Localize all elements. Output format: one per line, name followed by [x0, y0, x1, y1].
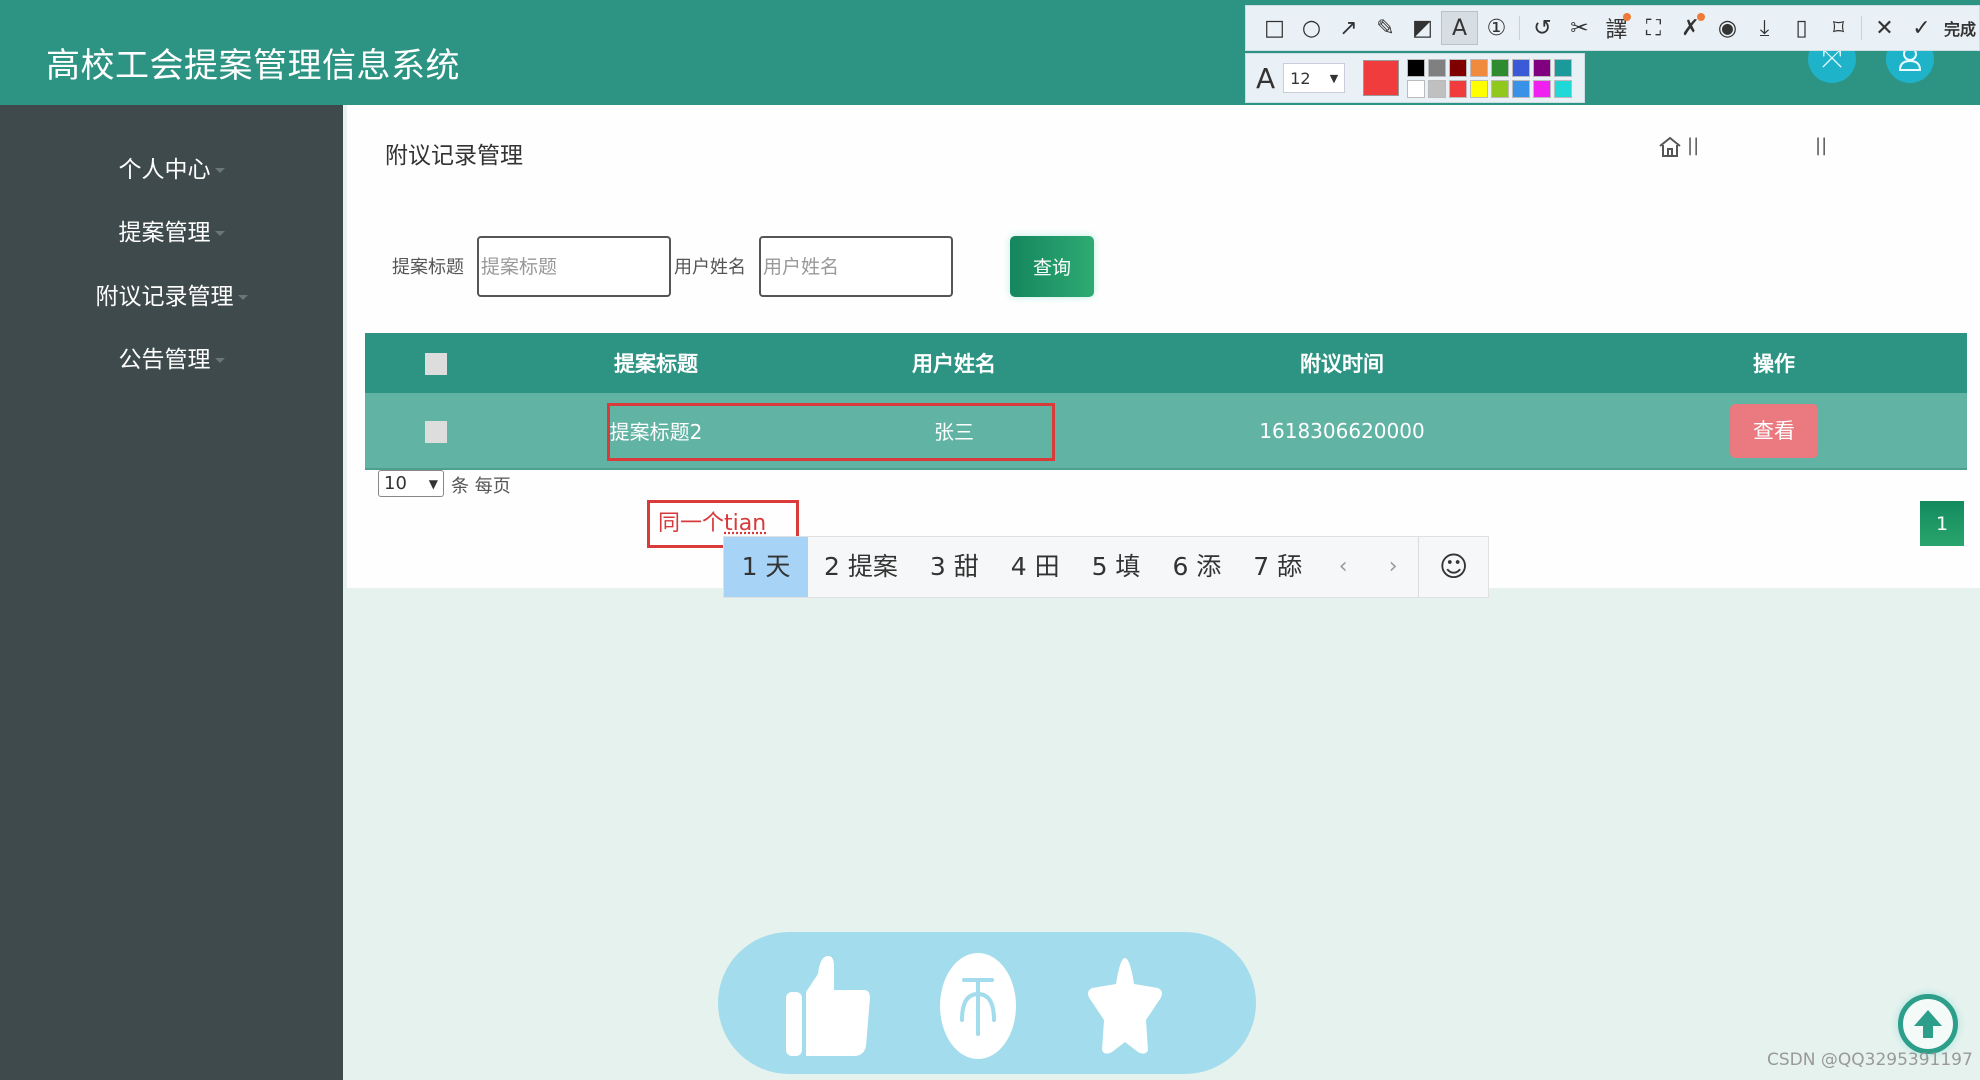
ellipse-tool-icon[interactable]: ○ — [1293, 11, 1330, 45]
check-icon[interactable]: ✓ — [1903, 11, 1940, 45]
sidebar: 个人中心 提案管理 附议记录管理 公告管理 — [0, 105, 343, 1080]
ime-candidate[interactable]: 5 填 — [1076, 537, 1157, 597]
ime-next-page-button[interactable]: › — [1368, 537, 1418, 597]
coin-icon[interactable] — [939, 952, 1017, 1060]
cell-proposal-title: 提案标题2 — [609, 420, 703, 444]
record-icon[interactable]: ◉ — [1709, 11, 1746, 45]
arrow-up-icon — [1914, 1010, 1942, 1038]
ime-candidate[interactable]: 1 天 — [724, 537, 808, 597]
header-second-time: 附议时间 — [1300, 352, 1384, 376]
ime-prev-page-button[interactable]: ‹ — [1318, 537, 1368, 597]
text-style-toolbar: A 12 ▼ — [1245, 53, 1585, 103]
main-panel: 附议记录管理 || || 提案标题 用户姓名 查询 提案标题 用户姓名 附议时间… — [347, 105, 1980, 588]
breadcrumb-separator: || — [1687, 135, 1700, 156]
color-swatch[interactable] — [1428, 79, 1447, 98]
caret-down-icon — [214, 231, 225, 236]
pin-icon[interactable]: ✗ — [1672, 11, 1709, 45]
select-all-checkbox[interactable] — [425, 353, 447, 375]
sidebar-item-announcements[interactable]: 公告管理 — [0, 340, 343, 374]
title-filter-label: 提案标题 — [392, 257, 464, 278]
divider — [1861, 16, 1862, 40]
page-button-1[interactable]: 1 — [1920, 501, 1964, 546]
color-swatch[interactable] — [1491, 58, 1510, 77]
sidebar-item-personal-center[interactable]: 个人中心 — [0, 150, 343, 184]
color-swatch[interactable] — [1554, 79, 1573, 98]
ime-candidate[interactable]: 7 舔 — [1237, 537, 1318, 597]
chevron-down-icon: ▼ — [428, 476, 438, 491]
color-swatch[interactable] — [1491, 79, 1510, 98]
ime-candidate[interactable]: 4 田 — [995, 537, 1076, 597]
user-filter-label: 用户姓名 — [674, 257, 746, 278]
color-swatch[interactable] — [1449, 79, 1468, 98]
table-header: 提案标题 用户姓名 附议时间 操作 — [365, 333, 1967, 393]
long-screenshot-icon[interactable]: ▯ — [1783, 11, 1820, 45]
thumbs-up-icon[interactable] — [784, 954, 870, 1058]
pencil-tool-icon[interactable]: ✎ — [1367, 11, 1404, 45]
floating-action-bar — [718, 932, 1256, 1074]
download-icon[interactable]: ⤓ — [1746, 11, 1783, 45]
cell-user-name: 张三 — [934, 420, 974, 444]
close-icon[interactable]: ✕ — [1866, 11, 1903, 45]
app-title: 高校工会提案管理信息系统 — [46, 46, 460, 86]
rectangle-tool-icon[interactable]: □ — [1256, 11, 1293, 45]
color-swatch[interactable] — [1512, 79, 1531, 98]
color-swatch[interactable] — [1533, 58, 1552, 77]
color-swatch[interactable] — [1533, 79, 1552, 98]
emoji-icon[interactable]: ☺ — [1418, 537, 1488, 597]
text-tool-icon[interactable]: A — [1441, 11, 1478, 45]
breadcrumb-separator: || — [1815, 135, 1828, 156]
ime-candidate[interactable]: 6 添 — [1156, 537, 1237, 597]
back-to-top-button[interactable] — [1898, 994, 1958, 1054]
ocr-icon[interactable]: ⛶ — [1635, 11, 1672, 45]
color-swatch[interactable] — [1407, 79, 1426, 98]
caret-down-icon — [214, 168, 225, 173]
watermark: CSDN @QQ3295391197 — [1767, 1050, 1973, 1070]
page-title: 附议记录管理 — [385, 143, 523, 169]
color-swatch[interactable] — [1449, 58, 1468, 77]
bookmark-icon[interactable]: ⌑ — [1820, 11, 1857, 45]
sidebar-item-proposal-management[interactable]: 提案管理 — [0, 213, 343, 247]
header-proposal-title: 提案标题 — [614, 352, 698, 376]
arrow-tool-icon[interactable]: ↗ — [1330, 11, 1367, 45]
ime-candidate[interactable]: 3 甜 — [914, 537, 995, 597]
color-swatch[interactable] — [1428, 58, 1447, 77]
color-swatch[interactable] — [1512, 58, 1531, 77]
color-palette — [1407, 58, 1573, 98]
query-button[interactable]: 查询 — [1010, 236, 1094, 297]
translate-icon[interactable]: 譯 — [1598, 11, 1635, 45]
ime-candidate-bar: 1 天 2 提案 3 甜 4 田 5 填 6 添 7 舔 ‹ › ☺ — [723, 536, 1490, 598]
header-actions: 操作 — [1753, 352, 1795, 376]
caret-down-icon — [214, 358, 225, 363]
font-size-select[interactable]: 12 ▼ — [1283, 63, 1346, 93]
undo-icon[interactable]: ↺ — [1524, 11, 1561, 45]
view-button[interactable]: 查看 — [1730, 403, 1818, 458]
cell-second-time: 1618306620000 — [1259, 418, 1425, 443]
done-button[interactable]: 完成 — [1944, 16, 1976, 40]
page-size-select[interactable]: 10 ▼ — [378, 470, 444, 497]
caret-down-icon — [237, 295, 248, 300]
color-swatch[interactable] — [1470, 79, 1489, 98]
current-color-swatch[interactable] — [1363, 60, 1400, 96]
records-table: 提案标题 用户姓名 附议时间 操作 提案标题2 张三 1618306620000… — [365, 333, 1967, 470]
star-icon[interactable] — [1086, 954, 1164, 1058]
sidebar-item-seconding-records[interactable]: 附议记录管理 — [0, 277, 343, 311]
caret-down-icon: ▼ — [1329, 71, 1339, 85]
row-checkbox[interactable] — [425, 420, 447, 443]
mosaic-tool-icon[interactable]: ◩ — [1404, 11, 1441, 45]
scissors-icon[interactable]: ✂ — [1561, 11, 1598, 45]
color-swatch[interactable] — [1470, 58, 1489, 77]
color-swatch[interactable] — [1407, 58, 1426, 77]
home-icon[interactable] — [1658, 135, 1682, 159]
table-row: 提案标题2 张三 1618306620000 查看 — [365, 393, 1967, 470]
per-page-label: 条 每页 — [451, 476, 511, 497]
title-filter-input[interactable] — [477, 236, 671, 297]
screenshot-toolbar: □ ○ ↗ ✎ ◩ A ① ↺ ✂ 譯 ⛶ ✗ ◉ ⤓ ▯ ⌑ ✕ ✓ 完成 — [1245, 5, 1980, 51]
number-tool-icon[interactable]: ① — [1478, 11, 1515, 45]
ime-candidate[interactable]: 2 提案 — [808, 537, 914, 597]
color-swatch[interactable] — [1554, 58, 1573, 77]
font-icon: A — [1256, 61, 1276, 95]
divider — [1519, 16, 1520, 40]
user-filter-input[interactable] — [759, 236, 953, 297]
header-user-name: 用户姓名 — [912, 352, 996, 376]
